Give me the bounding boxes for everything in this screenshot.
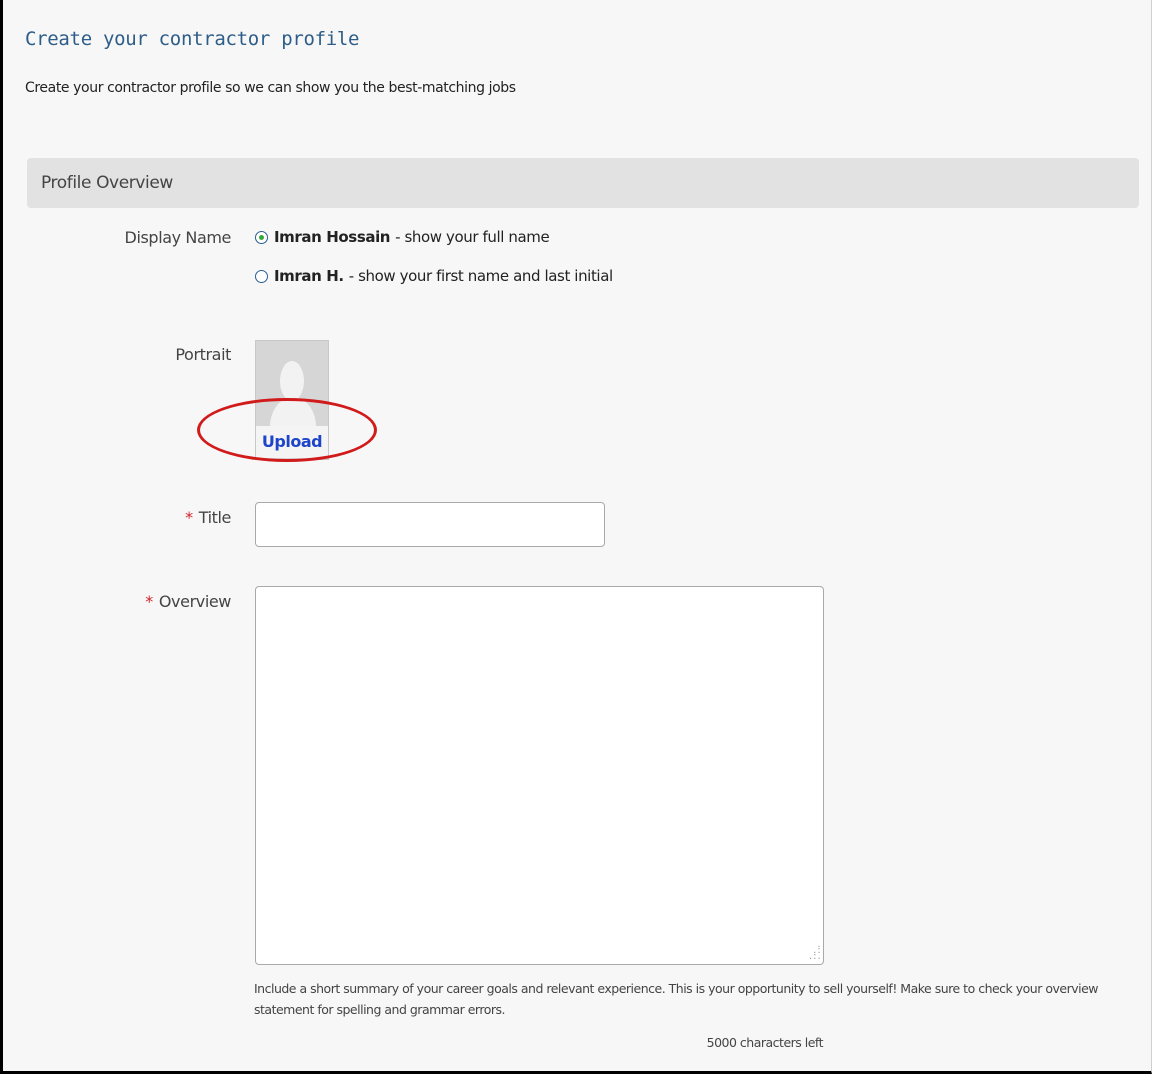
overview-help-text: Include a short summary of your career g… (254, 981, 1099, 1017)
radio-last-initial[interactable] (255, 269, 268, 283)
overview-label-text: Overview (158, 592, 232, 611)
page-subtitle: Create your contractor profile so we can… (25, 80, 516, 96)
display-name-option-full[interactable]: Imran Hossain - show your full name (255, 228, 550, 246)
radio-full-name-description: - show your full name (395, 228, 550, 246)
resize-grip-icon[interactable]: . .:.:. (809, 940, 822, 962)
character-count: 5000 characters left (706, 1035, 824, 1050)
title-label: * Title (25, 508, 231, 527)
page-title: Create your contractor profile (25, 28, 360, 50)
section-header-profile-overview: Profile Overview (27, 158, 1139, 208)
radio-full-name[interactable] (255, 230, 268, 244)
overview-textarea[interactable] (255, 586, 824, 965)
title-label-text: Title (198, 508, 232, 527)
person-silhouette-icon (280, 361, 304, 401)
display-name-option-initial[interactable]: Imran H. - show your first name and last… (255, 267, 613, 285)
title-input[interactable] (255, 502, 605, 547)
radio-last-initial-description: - show your first name and last initial (348, 267, 613, 285)
upload-portrait-link[interactable]: Upload (256, 426, 328, 458)
portrait-label: Portrait (175, 345, 231, 364)
required-marker: * (145, 592, 153, 611)
radio-last-initial-text: Imran H. (274, 267, 344, 285)
radio-full-name-text: Imran Hossain (274, 228, 391, 246)
display-name-label: Display Name (124, 228, 232, 247)
portrait-placeholder: Upload (255, 340, 329, 460)
required-marker: * (185, 508, 193, 527)
overview-label: * Overview (25, 592, 231, 611)
profile-form-panel: Create your contractor profile Create yo… (0, 0, 1152, 1074)
